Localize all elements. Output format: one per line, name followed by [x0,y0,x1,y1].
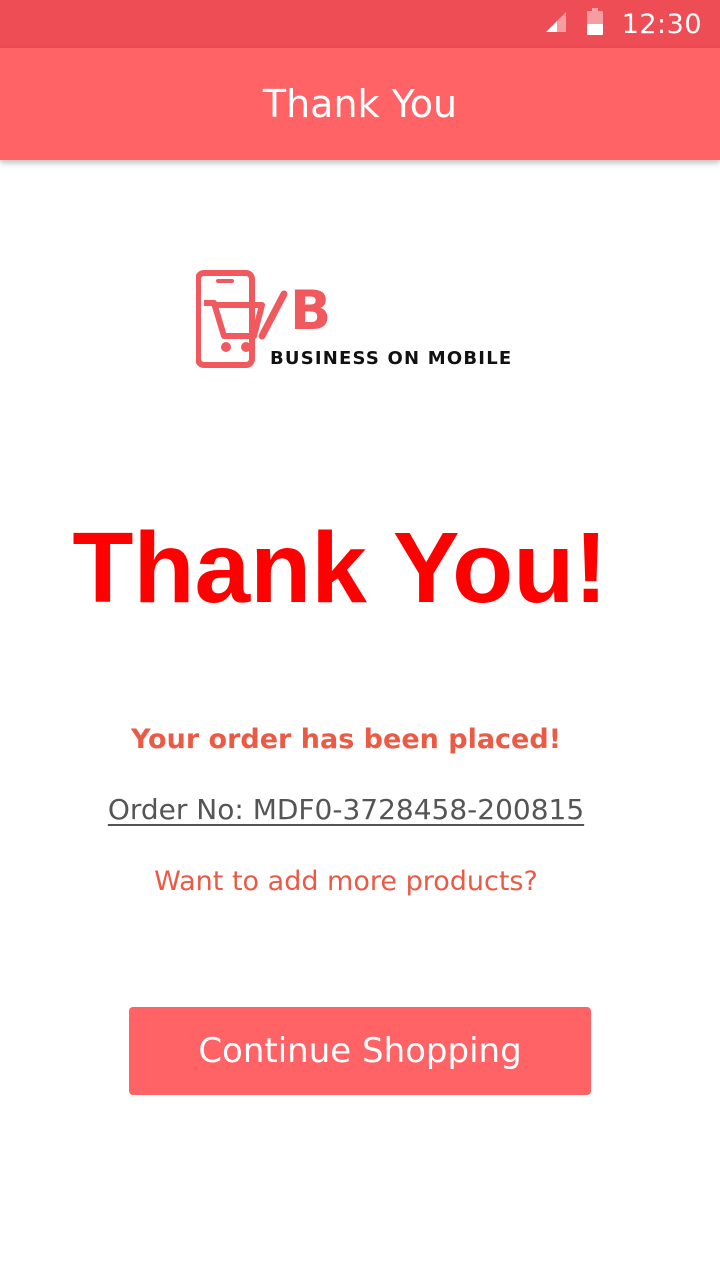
order-number-row: Order No: MDF0-3728458-200815 [0,792,692,833]
order-number-link[interactable]: Order No: MDF0-3728458-200815 [108,793,584,826]
app-bar: Thank You [0,48,720,160]
order-placed-message: Your order has been placed! [130,724,562,755]
logo-letter: B [290,279,332,342]
battery-icon [586,7,604,41]
status-time: 12:30 [621,8,702,40]
app-bar-title: Thank You [262,82,458,126]
add-more-products-link[interactable]: Want to add more products? [0,864,692,900]
logo-text: BUSINESS ON MOBILE [270,348,513,369]
status-bar: 12:30 [0,0,720,48]
status-icons: 12:30 [544,0,702,48]
continue-shopping-button[interactable]: Continue Shopping [129,1007,591,1095]
signal-icon [544,10,568,39]
business-on-mobile-logo: B BUSINESS ON MOBILE [196,270,536,374]
thank-you-heading: Thank You! [72,512,608,624]
